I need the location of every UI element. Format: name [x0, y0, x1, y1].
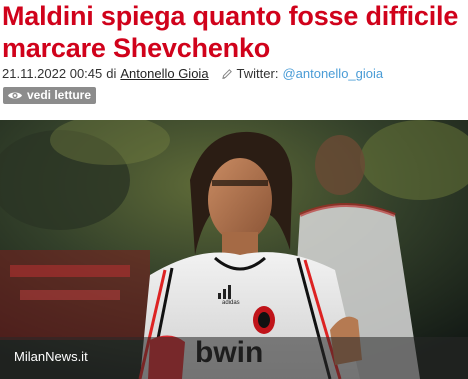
- view-reads-button[interactable]: vedi letture: [3, 87, 97, 104]
- article-datetime: 21.11.2022 00:45: [2, 66, 103, 81]
- view-reads-label: vedi letture: [27, 88, 92, 102]
- article-title: Maldini spiega quanto fosse difficile ma…: [2, 1, 459, 63]
- eye-icon: [8, 92, 22, 99]
- by-word: di: [106, 66, 117, 81]
- author-link[interactable]: Antonello Gioia: [120, 66, 208, 82]
- pencil-icon: [221, 69, 232, 79]
- article-meta: 21.11.2022 00:45 di Antonello Gioia Twit…: [2, 66, 466, 82]
- kit-brand-text: adidas: [222, 300, 240, 306]
- image-caption: MilanNews.it: [14, 349, 88, 364]
- article-hero-image[interactable]: bwin adidas MilanNews.it: [0, 120, 468, 379]
- twitter-label: Twitter:: [236, 66, 279, 81]
- image-caption-bar: MilanNews.it: [0, 337, 468, 379]
- twitter-handle-link[interactable]: @antonello_gioia: [282, 66, 383, 82]
